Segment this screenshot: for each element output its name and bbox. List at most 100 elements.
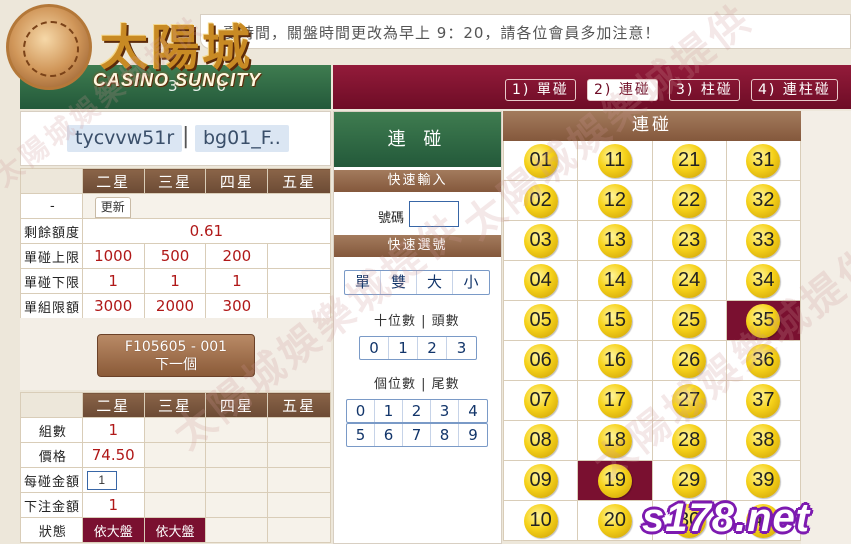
group-name: bg01_F.. [195,125,289,152]
odd-button[interactable]: 單 [345,271,381,294]
units-button[interactable]: 6 [375,424,403,446]
number-ball: 23 [672,223,707,258]
limits-table: 二星 三星 四星 五星 - 更新 剩餘額度 0.61 單碰上限 1000 500… [20,168,332,319]
number-cell[interactable]: 12 [578,181,653,221]
number-cell[interactable]: 27 [652,381,727,421]
units-button[interactable]: 0 [347,400,375,422]
limit-cell: 1000 [81,243,145,269]
small-button[interactable]: 小 [453,271,489,294]
mode-tabs-bar: 1) 單碰 2) 連碰 3) 柱碰 4) 連柱碰 [333,65,851,109]
status-badge: 依大盤 [143,517,207,543]
number-cell[interactable]: 22 [652,181,727,221]
number-cell[interactable]: 19 [578,461,653,501]
row-label: 單碰上限 [20,243,83,269]
number-cell[interactable]: 08 [504,421,579,461]
units-button[interactable]: 4 [459,400,487,422]
number-cell[interactable]: 06 [504,341,579,381]
number-cell[interactable]: 14 [578,261,653,301]
number-label: 號碼 [378,211,405,226]
empty-cell [205,417,269,443]
number-ball: 38 [746,423,781,458]
tens-button[interactable]: 2 [418,337,447,359]
tab-continuous-hit[interactable]: 2) 連碰 [587,79,658,101]
number-cell[interactable]: 11 [578,141,653,181]
update-button[interactable]: 更新 [94,197,131,218]
number-input[interactable] [409,201,459,227]
number-cell[interactable]: 15 [578,301,653,341]
number-ball: 33 [746,223,781,258]
number-cell[interactable]: 37 [726,381,801,421]
number-cell[interactable]: 32 [726,181,801,221]
tab-continuous-column-hit[interactable]: 4) 連柱碰 [751,79,838,101]
number-cell[interactable]: 28 [652,421,727,461]
quick-panel: 連 碰 快速輸入 號碼 快速選號 單 雙 大 小 十位數 | 頭數 0 1 2 … [333,111,502,544]
number-cell[interactable]: 36 [726,341,801,381]
number-ball: 22 [672,183,707,218]
number-ball: 18 [597,423,632,458]
number-cell[interactable]: 03 [504,221,579,261]
number-cell[interactable]: 04 [504,261,579,301]
col-header: 三星 [143,168,207,194]
number-cell[interactable]: 07 [504,381,579,421]
tab-single-hit[interactable]: 1) 單碰 [505,79,576,101]
logo-english-text: CASINO SUNCITY [93,70,262,90]
number-cell[interactable]: 17 [578,381,653,421]
number-ball: 28 [672,423,707,458]
limit-cell: 1 [205,268,269,294]
price-value: 74.50 [81,442,145,468]
next-ticket-button[interactable]: F105605 - 001 下一個 [97,334,255,377]
units-button[interactable]: 2 [403,400,431,422]
dash-cell: - [20,193,83,219]
user-info-bar: tycvvw51r | bg01_F.. [20,111,331,166]
number-cell[interactable]: 25 [652,301,727,341]
empty-cell [267,492,331,518]
ticket-area: F105605 - 001 下一個 [20,318,331,390]
number-cell[interactable]: 16 [578,341,653,381]
per-hit-amount-input[interactable] [86,470,117,490]
even-button[interactable]: 雙 [381,271,417,294]
number-cell[interactable]: 18 [578,421,653,461]
units-button[interactable]: 7 [403,424,431,446]
number-ball: 17 [597,383,632,418]
number-cell[interactable]: 24 [652,261,727,301]
tab-column-hit[interactable]: 3) 柱碰 [669,79,740,101]
number-cell[interactable]: 29 [652,461,727,501]
tens-button[interactable]: 3 [447,337,476,359]
number-ball: 26 [672,343,707,378]
number-cell[interactable]: 01 [504,141,579,181]
units-button[interactable]: 3 [431,400,459,422]
number-cell[interactable]: 09 [504,461,579,501]
number-cell[interactable]: 10 [504,501,579,541]
number-cell[interactable]: 05 [504,301,579,341]
number-cell[interactable]: 39 [726,461,801,501]
right-strip [801,111,851,544]
tens-label: 十位數 | 頭數 [374,314,460,329]
number-cell[interactable]: 38 [726,421,801,461]
number-cell[interactable]: 23 [652,221,727,261]
number-ball: 29 [672,463,707,498]
number-cell[interactable]: 33 [726,221,801,261]
limit-cell: 3000 [81,293,145,319]
number-ball: 14 [597,263,632,298]
number-cell[interactable]: 21 [652,141,727,181]
update-row: 更新 [81,193,332,219]
tens-button[interactable]: 1 [389,337,418,359]
col-header: 五星 [267,392,331,418]
units-button[interactable]: 8 [431,424,459,446]
number-cell[interactable]: 26 [652,341,727,381]
number-cell[interactable]: 34 [726,261,801,301]
number-ball: 03 [523,223,558,258]
number-cell[interactable]: 02 [504,181,579,221]
remaining-credit: 0.61 [81,218,332,244]
units-button[interactable]: 9 [459,424,487,446]
limit-cell [267,243,331,269]
sun-emblem-icon [6,4,92,90]
number-cell[interactable]: 31 [726,141,801,181]
empty-cell [205,517,269,543]
number-cell[interactable]: 13 [578,221,653,261]
units-button[interactable]: 1 [375,400,403,422]
big-button[interactable]: 大 [417,271,453,294]
tens-button[interactable]: 0 [360,337,389,359]
units-button[interactable]: 5 [347,424,375,446]
number-cell[interactable]: 35 [726,301,801,341]
